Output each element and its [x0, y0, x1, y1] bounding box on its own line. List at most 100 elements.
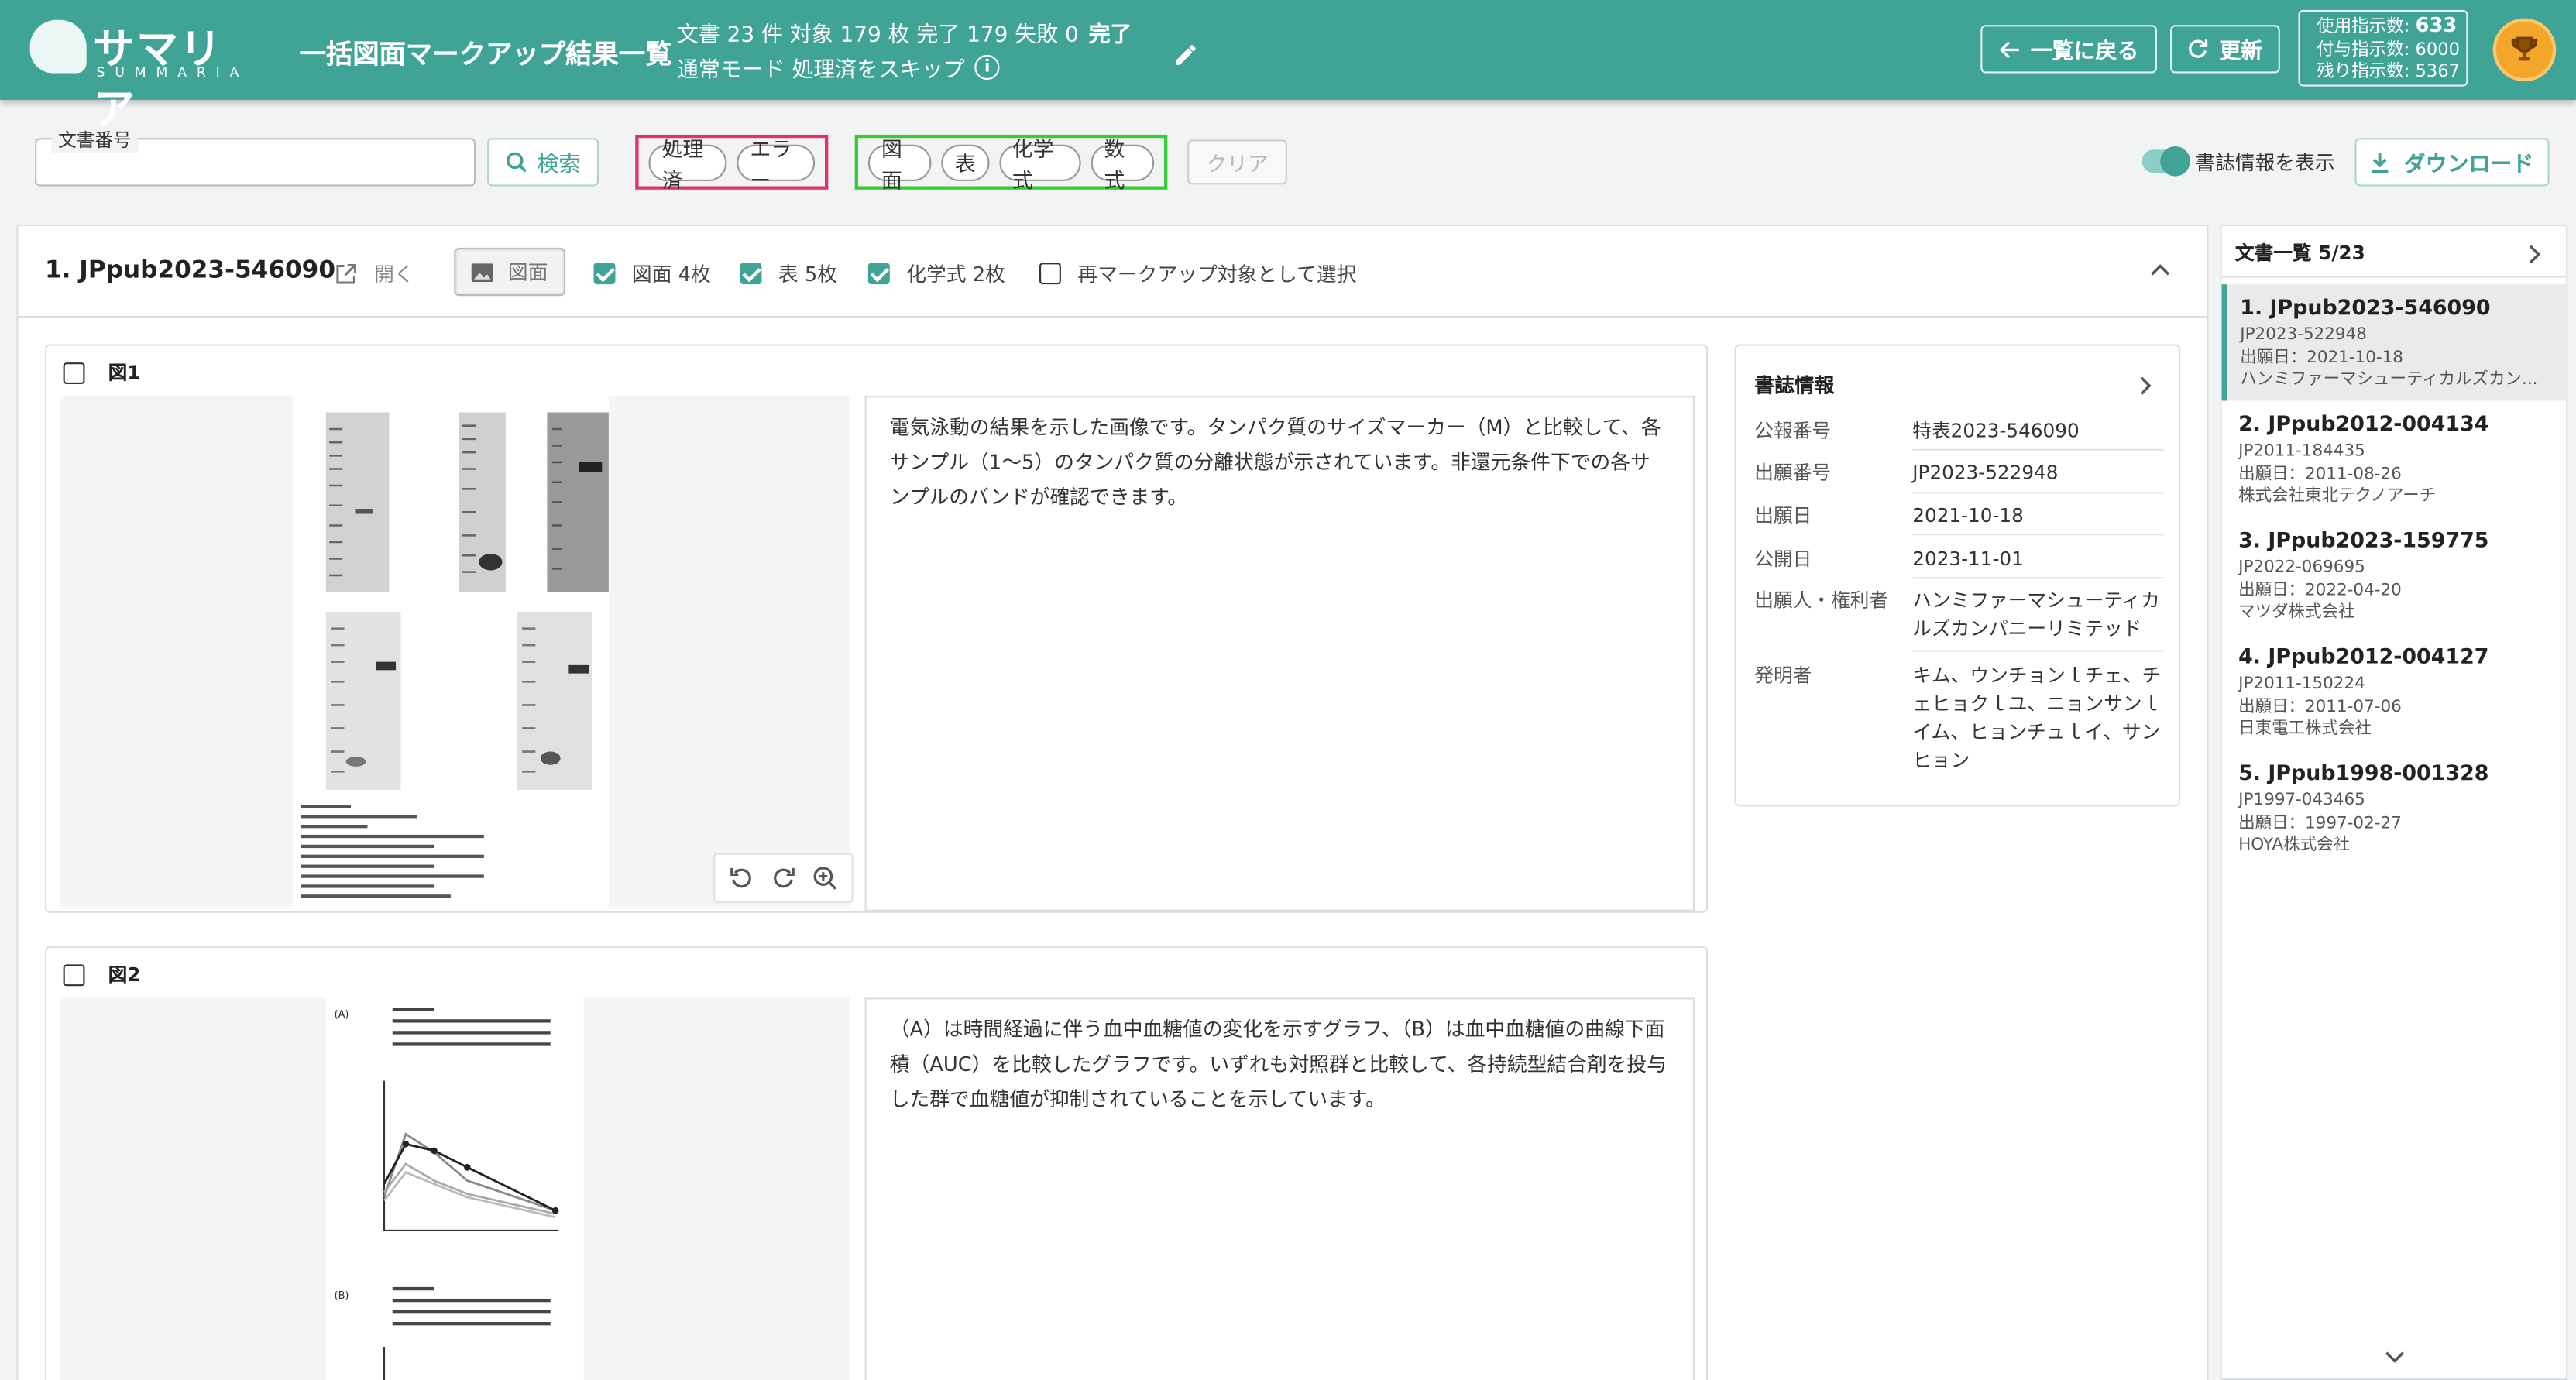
bib-row: 公報番号 特表2023-546090 — [1754, 417, 2163, 446]
figure-card: 図2 (A) (B) （A）は時間経過に伴う血中血糖値の変化を示すグラフ、（B）… — [44, 946, 1709, 1380]
bib-value: キム、ウンチョンｌチェ、チェヒョクｌユ、ニョンサンｌイム、ヒョンチュｌイ、サンヒ… — [1912, 663, 2162, 772]
figure-view-button[interactable]: 図面 — [454, 247, 566, 297]
list-item-applicant: ハンミファーマシューティカルズカン... — [2240, 370, 2538, 390]
list-item-applicant: 株式会社東北テクノアーチ — [2238, 487, 2437, 506]
figure-view-label: 図面 — [507, 261, 548, 285]
list-item-app: JP2023-522948 — [2240, 325, 2367, 345]
usage-used-label: 使用指示数: — [2317, 16, 2410, 37]
chip-table[interactable]: 表 — [941, 143, 989, 180]
rotate-right-icon[interactable] — [770, 865, 796, 891]
list-item-date: 出願日：2011-08-26 — [2238, 465, 2402, 483]
search-label: 検索 — [537, 153, 581, 178]
reselect-checkbox[interactable] — [1039, 263, 1061, 285]
download-button[interactable]: ダウンロード — [2354, 138, 2550, 187]
chip-processed[interactable]: 処理済 — [648, 136, 727, 192]
refresh-icon — [2190, 39, 2209, 58]
chip-error[interactable]: エラー — [737, 136, 816, 192]
document-list-item[interactable]: 1. JPpub2023-546090 JP2023-522948 出願日：20… — [2221, 284, 2567, 401]
job-mode-text: 通常モード 処理済をスキップ — [676, 58, 965, 84]
filter-figures-label: 図面 4枚 — [631, 263, 711, 287]
arrow-left-icon — [1999, 40, 2019, 58]
document-list-header: 文書一覧 5/23 — [2221, 226, 2567, 278]
zoom-in-icon[interactable] — [811, 865, 837, 891]
document-list-item[interactable]: 2. JPpub2012-004134 JP2011-184435 出願日：20… — [2222, 400, 2566, 517]
usage-granted: 付与指示数: 6000 — [2317, 39, 2460, 60]
usage-counter: 使用指示数: 633 付与指示数: 6000 残り指示数: 5367 — [2298, 9, 2468, 87]
chemical-checkbox[interactable] — [867, 263, 890, 285]
usage-used-value: 633 — [2415, 13, 2458, 37]
chevron-up-icon[interactable] — [2150, 263, 2170, 276]
figure-select-checkbox[interactable] — [63, 963, 85, 986]
bib-row: 出願人・権利者 ハンミファーマシューティカルズカンパニーリミテッド — [1754, 587, 2163, 644]
filter-figures[interactable]: 図面 4枚 — [593, 259, 711, 288]
show-bib-label: 書誌情報を表示 — [2195, 151, 2335, 175]
bib-row: 公開日 2023-11-01 — [1754, 545, 2163, 574]
doc-number-field[interactable]: 文書番号 — [35, 126, 476, 187]
bib-key: 出願日 — [1754, 503, 1812, 527]
bib-key: 公報番号 — [1754, 419, 1832, 443]
download-icon — [2372, 153, 2389, 173]
open-link[interactable]: 開く — [335, 259, 414, 288]
figure-select-checkbox[interactable] — [63, 362, 85, 383]
filter-chemical-label: 化学式 2枚 — [906, 263, 1005, 287]
page-title: 一括図面マークアップ結果一覧 — [299, 38, 672, 70]
summaria-logo[interactable]: サマリア SUMMARIA — [29, 16, 255, 133]
reselect-option[interactable]: 再マークアップ対象として選択 — [1039, 259, 1356, 288]
refresh-button[interactable]: 更新 — [2170, 25, 2280, 74]
list-item-title: 2. JPpub2012-004134 — [2238, 410, 2489, 436]
filter-tables-label: 表 5枚 — [778, 263, 838, 287]
trophy-icon[interactable] — [2492, 18, 2557, 82]
image-icon — [472, 263, 494, 281]
chevron-down-icon[interactable] — [2385, 1351, 2405, 1364]
app-header: サマリア SUMMARIA 一括図面マークアップ結果一覧 文書 23 件 対象 … — [0, 0, 2576, 133]
document-list-item[interactable]: 3. JPpub2023-159775 JP2022-069695 出願日：20… — [2222, 517, 2566, 633]
list-item-title: 5. JPpub1998-001328 — [2238, 760, 2489, 785]
figures-checkbox[interactable] — [593, 263, 616, 285]
list-item-title: 1. JPpub2023-546090 — [2240, 294, 2491, 320]
search-button[interactable]: 検索 — [487, 138, 599, 187]
pencil-icon[interactable] — [1173, 40, 1199, 67]
bib-row: 出願番号 JP2023-522948 — [1754, 459, 2163, 488]
divider — [1912, 448, 2164, 451]
list-item-app: JP2011-150224 — [2238, 675, 2365, 694]
rotate-left-icon[interactable] — [729, 865, 755, 891]
document-list-item[interactable]: 5. JPpub1998-001328 JP1997-043465 出願日：19… — [2222, 750, 2566, 866]
back-to-list-button[interactable]: 一覧に戻る — [1980, 25, 2157, 74]
figure-image[interactable]: (A) (B) — [60, 997, 850, 1380]
chevron-right-icon[interactable] — [2528, 245, 2541, 265]
figure-description[interactable]: 電気泳動の結果を示した画像です。タンパク質のサイズマーカー（M）と比較して、各サ… — [864, 396, 1695, 911]
document-list-title: 文書一覧 5/23 — [2234, 241, 2365, 265]
figure-description[interactable]: （A）は時間経過に伴う血中血糖値の変化を示すグラフ、（B）は血中血糖値の曲線下面… — [864, 997, 1695, 1380]
bib-value: ハンミファーマシューティカルズカンパニーリミテッド — [1912, 589, 2160, 640]
figure-image[interactable] — [60, 396, 854, 908]
filter-chemical[interactable]: 化学式 2枚 — [867, 259, 1005, 288]
tables-checkbox[interactable] — [740, 263, 762, 285]
figure-label: 図2 — [108, 963, 141, 987]
document-header: 1. JPpub2023-546090 開く 図面 図面 4枚 表 5枚 化学式… — [18, 226, 2207, 318]
search-icon — [506, 152, 527, 173]
list-item-app: JP1997-043465 — [2238, 791, 2365, 810]
list-item-title: 4. JPpub2012-004127 — [2238, 643, 2489, 669]
chevron-right-icon[interactable] — [2138, 376, 2152, 396]
divider — [1912, 492, 2164, 494]
logo-subtext: SUMMARIA — [96, 64, 249, 81]
job-stats-text: 文書 23 件 対象 179 枚 完了 179 失敗 0 — [676, 23, 1079, 49]
document-list: 文書一覧 5/23 1. JPpub2023-546090 JP2023-522… — [2220, 224, 2568, 1380]
bib-key: 公開日 — [1754, 547, 1812, 571]
document-panel: 1. JPpub2023-546090 開く 図面 図面 4枚 表 5枚 化学式… — [16, 224, 2209, 1380]
svg-text:(B): (B) — [335, 1290, 349, 1302]
document-list-item[interactable]: 4. JPpub2012-004127 JP2011-150224 出願日：20… — [2222, 633, 2566, 750]
open-label: 開く — [374, 263, 414, 287]
show-bib-toggle[interactable] — [2142, 146, 2190, 177]
chip-figure[interactable]: 図面 — [867, 136, 932, 192]
usage-used: 使用指示数: 633 — [2317, 13, 2466, 39]
chip-chemical[interactable]: 化学式 — [998, 136, 1081, 192]
divider — [1912, 534, 2164, 536]
filter-tables[interactable]: 表 5枚 — [740, 259, 838, 288]
chip-formula[interactable]: 数式 — [1091, 136, 1155, 192]
usage-remaining: 残り指示数: 5367 — [2317, 61, 2460, 82]
info-icon[interactable]: i — [974, 54, 1000, 81]
list-item-app: JP2011-184435 — [2238, 442, 2365, 461]
clear-button[interactable]: クリア — [1187, 139, 1287, 185]
refresh-label: 更新 — [2219, 39, 2263, 65]
